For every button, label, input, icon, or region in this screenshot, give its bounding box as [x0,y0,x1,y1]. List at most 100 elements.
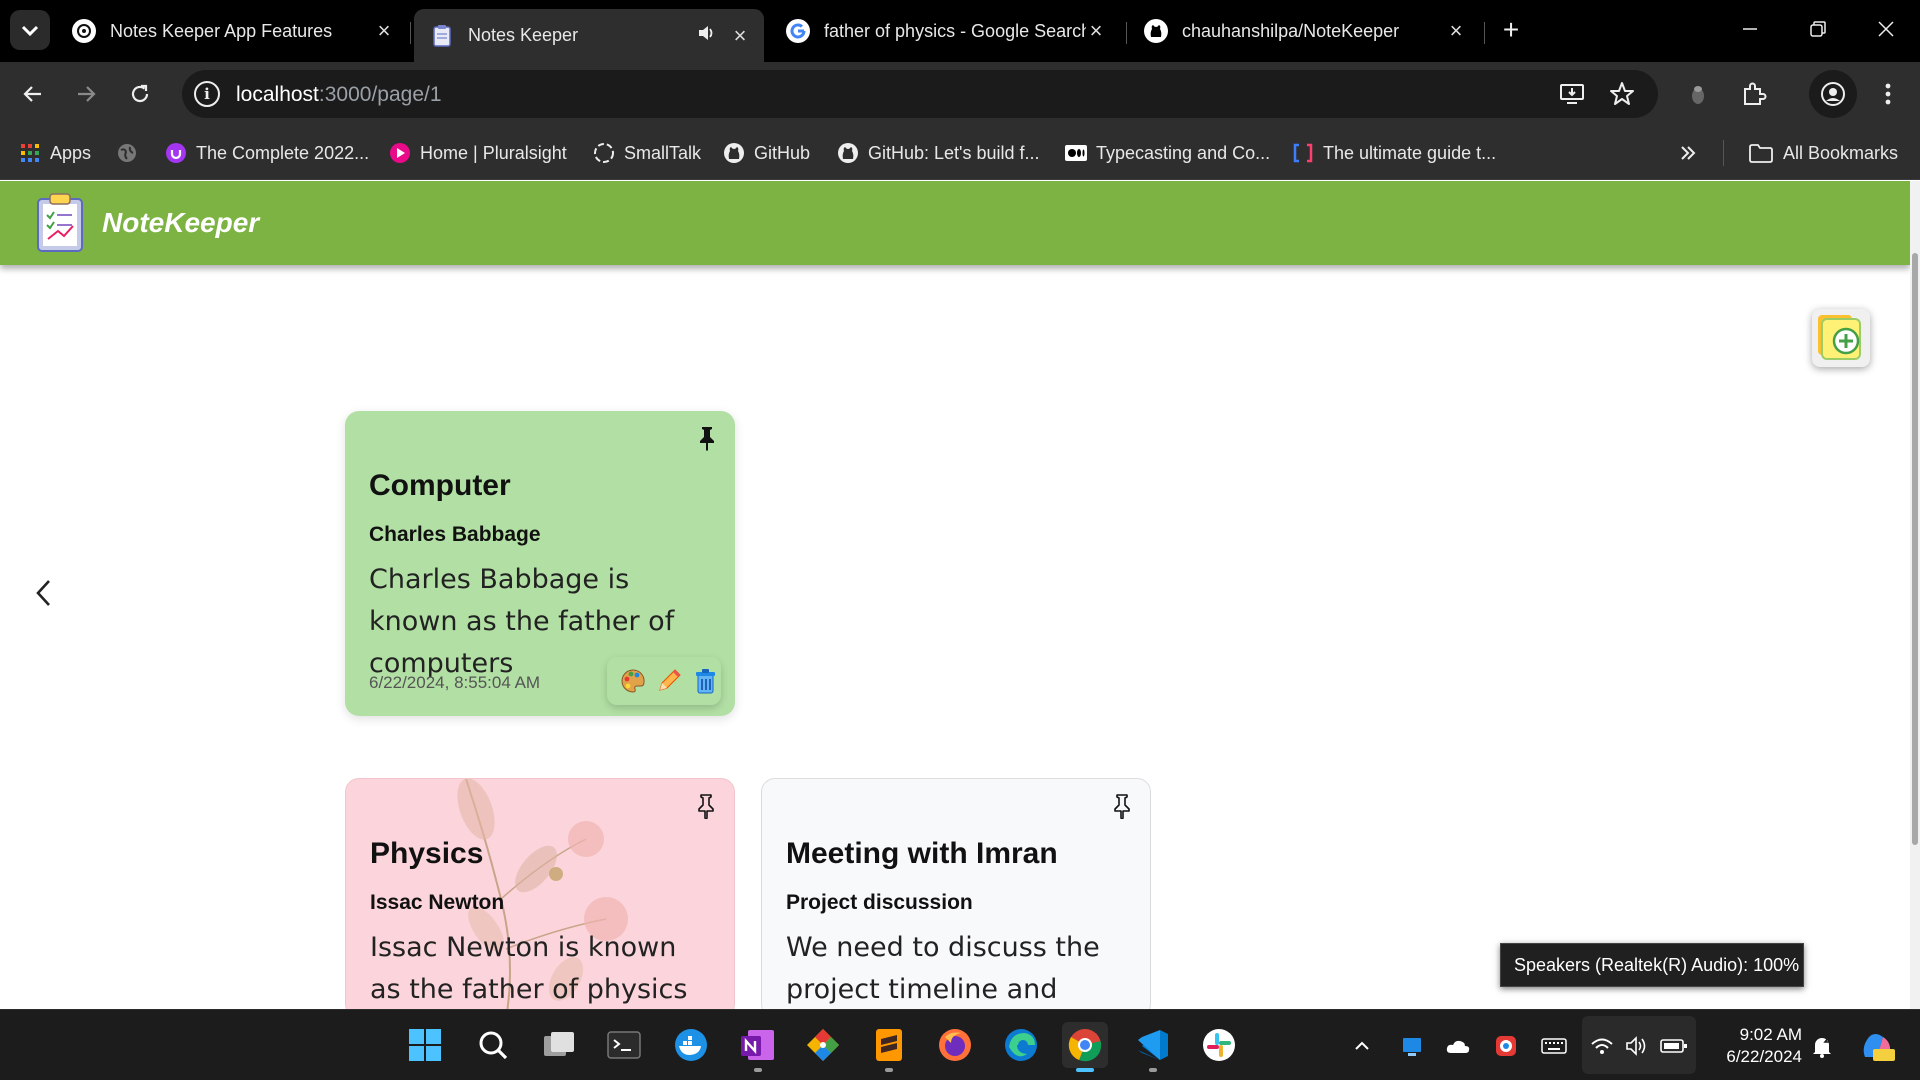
bookmark-label: The ultimate guide t... [1323,142,1497,163]
bookmark-github-lets-build[interactable]: GitHub: Let's build f... [837,138,1040,168]
battery-icon[interactable] [1660,1032,1688,1060]
bookmark-ultimate-guide[interactable]: The ultimate guide t... [1292,138,1496,168]
unpinned-pin-icon[interactable] [1110,793,1134,820]
volume-tooltip: Speakers (Realtek(R) Audio): 100% [1500,943,1804,987]
chevron-double-right-icon [1681,146,1696,160]
bookmark-typecasting[interactable]: Typecasting and Co... [1065,138,1270,168]
bookmark-globe[interactable] [116,138,147,168]
tab-label: Notes Keeper App Features [110,20,333,41]
browser-menu-button[interactable] [1870,76,1906,112]
bookmark-smalltalk[interactable]: SmallTalk [593,138,701,168]
system-clock[interactable]: 9:02 AM 6/22/2024 [1698,1024,1802,1068]
bookmark-github[interactable]: GitHub [723,138,810,168]
url-text[interactable]: localhost:3000/page/1 [236,83,442,107]
delete-trash-icon[interactable] [691,667,719,695]
git-icon[interactable] [800,1022,846,1068]
address-bar[interactable]: i localhost:3000/page/1 [182,70,1658,118]
note-subtitle: Project discussion [786,891,973,914]
bookmarks-bar: Apps The Complete 2022... Home | Plurals… [0,126,1920,180]
new-tab-button[interactable]: + [1494,14,1528,48]
arrow-right-icon [78,86,96,102]
close-icon[interactable]: × [374,18,394,44]
globe-icon [116,142,138,164]
close-icon[interactable]: × [1086,18,1106,44]
vscode-icon[interactable] [1130,1022,1176,1072]
reload-icon [131,84,149,103]
running-indicator [1076,1068,1094,1072]
medium-icon [1065,142,1087,164]
bookmark-label: Typecasting and Co... [1096,142,1271,163]
tab-github-notekeeper[interactable]: chauhanshilpa/NoteKeeper × [1128,9,1480,53]
task-view-icon[interactable] [536,1022,582,1068]
bookmark-label: All Bookmarks [1783,142,1899,163]
tray-app-icon[interactable] [1398,1032,1426,1060]
minimize-button[interactable] [1716,0,1784,58]
reload-button[interactable] [122,76,158,112]
tab-label: chauhanshilpa/NoteKeeper [1182,20,1400,41]
onedrive-icon[interactable] [1444,1032,1472,1060]
firefox-icon[interactable] [932,1022,978,1068]
add-note-icon [1818,315,1861,360]
bookmark-label: GitHub: Let's build f... [868,142,1040,163]
chatgpt-icon [72,19,96,43]
chevron-left-icon [36,580,50,606]
bookmark-udemy-course[interactable]: The Complete 2022... [165,138,369,168]
note-body: We need to discuss the project timeline … [786,932,1100,1005]
close-icon[interactable]: × [730,23,750,49]
bookmark-apps[interactable]: Apps [19,138,91,168]
back-button[interactable] [15,76,51,112]
site-info-icon[interactable]: i [194,81,220,107]
close-icon[interactable]: × [1446,18,1466,44]
docker-icon[interactable] [668,1022,714,1068]
close-window-button[interactable] [1852,0,1920,58]
install-app-icon[interactable] [1554,76,1590,112]
chrome-icon[interactable] [1062,1022,1108,1072]
windows-start-icon[interactable] [402,1022,448,1068]
note-actions [607,657,721,705]
volume-icon[interactable] [1624,1032,1652,1060]
onenote-icon[interactable] [735,1022,781,1072]
tab-divider [1484,22,1485,44]
keyboard-icon[interactable] [1540,1032,1568,1060]
tab-search-button[interactable] [10,10,50,50]
google-icon [786,19,810,43]
copilot-icon[interactable] [1858,1032,1898,1061]
app-brand-title[interactable]: NoteKeeper [102,207,259,239]
chevron-up-icon[interactable] [1348,1032,1376,1060]
notification-bell-icon[interactable] [1808,1032,1836,1060]
smalltalk-icon [593,142,615,164]
restore-button[interactable] [1784,0,1852,58]
terminal-icon[interactable] [601,1022,647,1068]
note-card[interactable]: Physics Issac Newton Issac Newton is kno… [345,778,735,1009]
slack-icon[interactable] [1196,1022,1242,1068]
forward-button[interactable] [68,76,104,112]
previous-page-button[interactable] [28,575,60,611]
extensions-puzzle-icon[interactable] [1736,76,1772,112]
clock-time: 9:02 AM [1739,1025,1802,1044]
extension-icon[interactable] [1680,76,1716,112]
profile-avatar[interactable] [1809,70,1857,118]
notekeeper-logo-icon[interactable] [34,193,86,253]
tab-notes-keeper-app-features[interactable]: Notes Keeper App Features × [56,9,408,53]
bookmark-pluralsight[interactable]: Home | Pluralsight [389,138,567,168]
all-bookmarks-button[interactable]: All Bookmarks [1748,138,1898,168]
bookmark-star-icon[interactable] [1604,76,1640,112]
page-scrollbar-thumb[interactable] [1912,253,1918,845]
edit-pencil-icon[interactable] [655,667,683,695]
wifi-icon[interactable] [1588,1032,1616,1060]
unpinned-pin-icon[interactable] [694,793,718,820]
speaker-icon[interactable] [696,23,716,48]
security-icon[interactable] [1492,1032,1520,1060]
tab-google-search[interactable]: father of physics - Google Search × [770,9,1120,53]
tab-notes-keeper[interactable]: Notes Keeper × [414,9,764,62]
search-icon[interactable] [470,1022,516,1068]
edge-icon[interactable] [998,1022,1044,1068]
note-card[interactable]: Computer Charles Babbage Charles Babbage… [345,411,735,716]
palette-icon[interactable] [619,667,647,695]
pinned-pin-icon[interactable] [695,425,719,451]
bookmarks-overflow-button[interactable] [1678,138,1698,168]
note-card[interactable]: Meeting with Imran Project discussion We… [761,778,1151,1009]
app-header: NoteKeeper [0,181,1910,265]
sublime-icon[interactable] [866,1022,912,1072]
add-note-button[interactable] [1812,309,1870,367]
